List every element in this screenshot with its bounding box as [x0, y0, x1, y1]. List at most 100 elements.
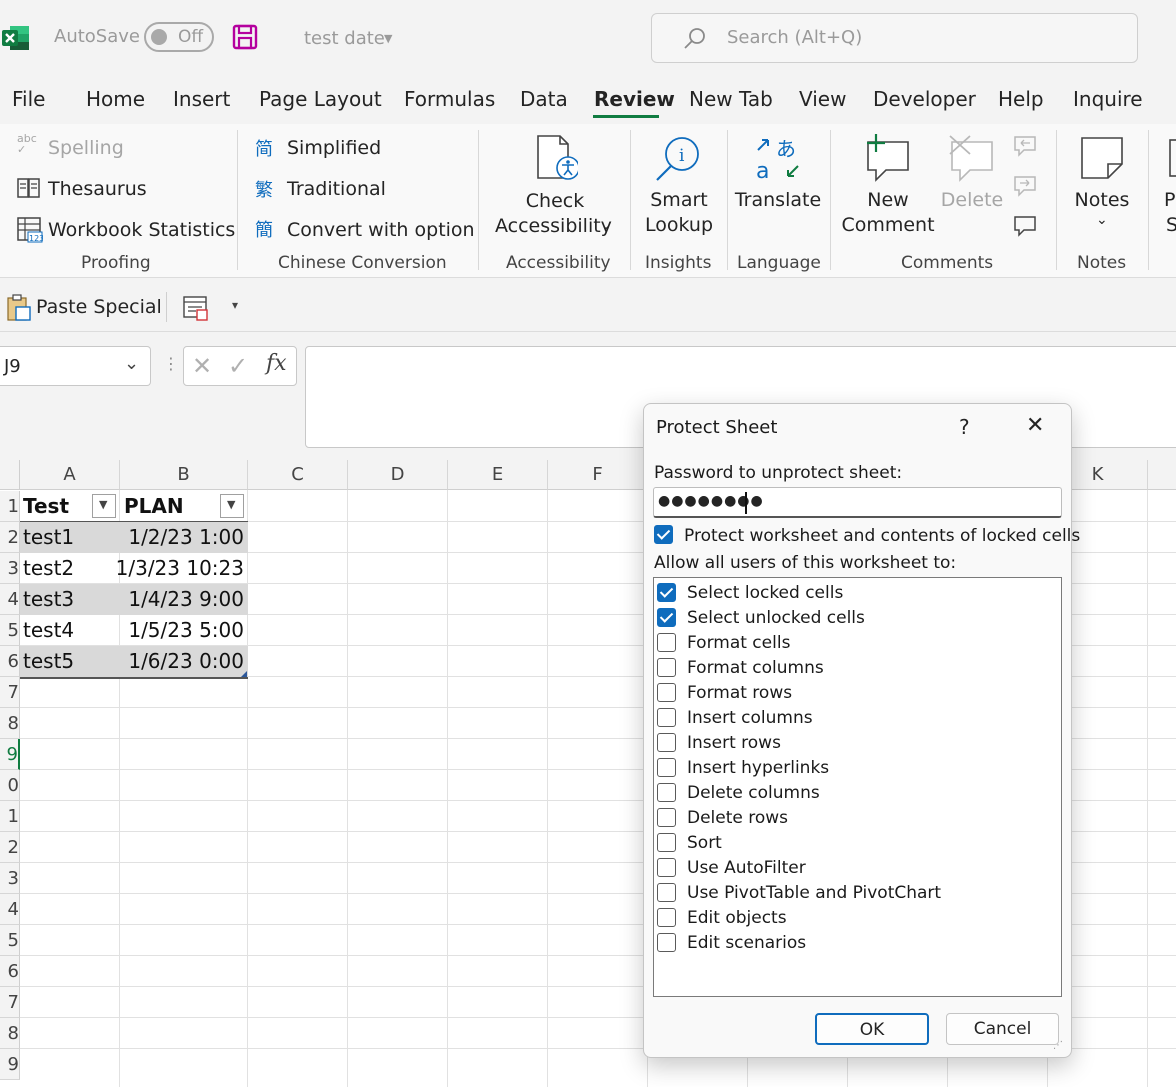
row-header[interactable]: 6: [0, 646, 20, 677]
row-header[interactable]: 9: [0, 1049, 20, 1080]
close-icon[interactable]: ✕: [1026, 413, 1044, 438]
protect-worksheet-checkbox[interactable]: [654, 525, 673, 544]
permission-checkbox[interactable]: [657, 933, 676, 952]
permission-label[interactable]: Format columns: [687, 658, 824, 678]
ok-button[interactable]: OK: [815, 1013, 929, 1045]
permission-label[interactable]: Delete columns: [687, 783, 820, 803]
row-header[interactable]: 9: [0, 739, 20, 770]
permission-checkbox[interactable]: [657, 708, 676, 727]
customize-qat-icon[interactable]: ▾: [232, 298, 238, 312]
insert-function-icon[interactable]: fx: [266, 351, 287, 376]
permission-label[interactable]: Delete rows: [687, 808, 788, 828]
permission-label[interactable]: Format rows: [687, 683, 792, 703]
filter-button-test[interactable]: ▼: [92, 494, 116, 518]
delete-comment-button[interactable]: Delete: [940, 130, 1004, 245]
permission-checkbox[interactable]: [657, 608, 676, 627]
tab-new-tab[interactable]: New Tab: [689, 87, 773, 111]
permission-label[interactable]: Sort: [687, 833, 722, 853]
cell-plan[interactable]: 1/2/23 1:00: [128, 522, 244, 553]
row-header[interactable]: 2: [0, 522, 20, 553]
permission-label[interactable]: Use PivotTable and PivotChart: [687, 883, 941, 903]
tab-review[interactable]: Review: [594, 87, 675, 111]
permission-checkbox[interactable]: [657, 683, 676, 702]
cell-plan[interactable]: 1/3/23 10:23: [116, 553, 244, 584]
previous-comment-icon[interactable]: [1012, 134, 1038, 158]
password-input[interactable]: ●●●●●●●●: [653, 487, 1062, 518]
name-box[interactable]: J9 ⌄: [0, 346, 151, 386]
column-header-a[interactable]: A: [20, 460, 120, 490]
chevron-down-icon[interactable]: ⌄: [124, 353, 139, 374]
cell-test[interactable]: test1: [23, 522, 74, 553]
tab-help[interactable]: Help: [998, 87, 1044, 111]
protect-worksheet-label[interactable]: Protect worksheet and contents of locked…: [684, 526, 1080, 546]
row-header[interactable]: 7: [0, 677, 20, 708]
row-header[interactable]: 3: [0, 863, 20, 894]
permission-label[interactable]: Insert hyperlinks: [687, 758, 829, 778]
tab-inquire[interactable]: Inquire: [1073, 87, 1143, 111]
row-header[interactable]: 7: [0, 987, 20, 1018]
cell-test[interactable]: test5: [23, 646, 74, 677]
row-header[interactable]: 5: [0, 615, 20, 646]
next-comment-icon[interactable]: [1012, 174, 1038, 198]
form-icon[interactable]: [182, 294, 210, 322]
permission-label[interactable]: Use AutoFilter: [687, 858, 806, 878]
permission-checkbox[interactable]: [657, 758, 676, 777]
cell-test[interactable]: test3: [23, 584, 74, 615]
row-header[interactable]: 0: [0, 770, 20, 801]
partial-ribbon-button[interactable]: P S: [1160, 130, 1176, 245]
cancel-formula-icon[interactable]: ✕: [192, 352, 212, 380]
permission-label[interactable]: Select locked cells: [687, 583, 843, 603]
permission-checkbox[interactable]: [657, 833, 676, 852]
chevron-down-icon[interactable]: ▼: [384, 32, 392, 45]
tab-developer[interactable]: Developer: [873, 87, 976, 111]
permission-checkbox[interactable]: [657, 733, 676, 752]
row-header[interactable]: 4: [0, 894, 20, 925]
save-icon[interactable]: [232, 24, 258, 50]
column-header-d[interactable]: D: [348, 460, 448, 490]
column-header-f[interactable]: F: [548, 460, 648, 490]
permission-label[interactable]: Format cells: [687, 633, 790, 653]
translate-button[interactable]: あ a Translate: [732, 130, 824, 245]
cell-plan[interactable]: 1/6/23 0:00: [128, 646, 244, 677]
tab-formulas[interactable]: Formulas: [404, 87, 495, 111]
autosave-toggle[interactable]: Off: [144, 22, 214, 52]
column-header-b[interactable]: B: [120, 460, 248, 490]
tab-view[interactable]: View: [799, 87, 846, 111]
new-comment-button[interactable]: New Comment: [840, 130, 936, 245]
permission-label[interactable]: Insert columns: [687, 708, 813, 728]
row-header[interactable]: 8: [0, 1018, 20, 1049]
permission-label[interactable]: Edit objects: [687, 908, 787, 928]
table-header-test[interactable]: Test: [23, 491, 69, 522]
permission-checkbox[interactable]: [657, 808, 676, 827]
tab-home[interactable]: Home: [86, 87, 145, 111]
row-header[interactable]: 5: [0, 925, 20, 956]
permission-checkbox[interactable]: [657, 908, 676, 927]
row-header[interactable]: 2: [0, 832, 20, 863]
column-header-c[interactable]: C: [248, 460, 348, 490]
confirm-formula-icon[interactable]: ✓: [228, 352, 248, 380]
check-accessibility-button[interactable]: Check Accessibility ⌄: [490, 130, 620, 245]
cell-plan[interactable]: 1/4/23 9:00: [128, 584, 244, 615]
permission-checkbox[interactable]: [657, 583, 676, 602]
filter-button-plan[interactable]: ▼: [220, 494, 244, 518]
cancel-button[interactable]: Cancel: [946, 1013, 1059, 1045]
permission-checkbox[interactable]: [657, 883, 676, 902]
permission-checkbox[interactable]: [657, 658, 676, 677]
tab-insert[interactable]: Insert: [173, 87, 230, 111]
row-header[interactable]: 1: [0, 491, 20, 522]
select-all-corner[interactable]: [0, 460, 20, 490]
smart-lookup-button[interactable]: i Smart Lookup: [640, 130, 718, 245]
table-header-plan[interactable]: PLAN: [124, 491, 184, 522]
row-header[interactable]: 1: [0, 801, 20, 832]
permission-label[interactable]: Select unlocked cells: [687, 608, 865, 628]
cell-test[interactable]: test4: [23, 615, 74, 646]
table-resize-handle-icon[interactable]: [241, 671, 247, 677]
search-box[interactable]: Search (Alt+Q): [651, 13, 1138, 63]
cell-test[interactable]: test2: [23, 553, 74, 584]
file-name[interactable]: test date: [304, 28, 385, 49]
resize-grip-icon[interactable]: ⋰: [1053, 1040, 1063, 1051]
permission-label[interactable]: Insert rows: [687, 733, 781, 753]
help-button[interactable]: ?: [959, 415, 970, 439]
column-header-l[interactable]: [1148, 460, 1176, 490]
row-header[interactable]: 3: [0, 553, 20, 584]
